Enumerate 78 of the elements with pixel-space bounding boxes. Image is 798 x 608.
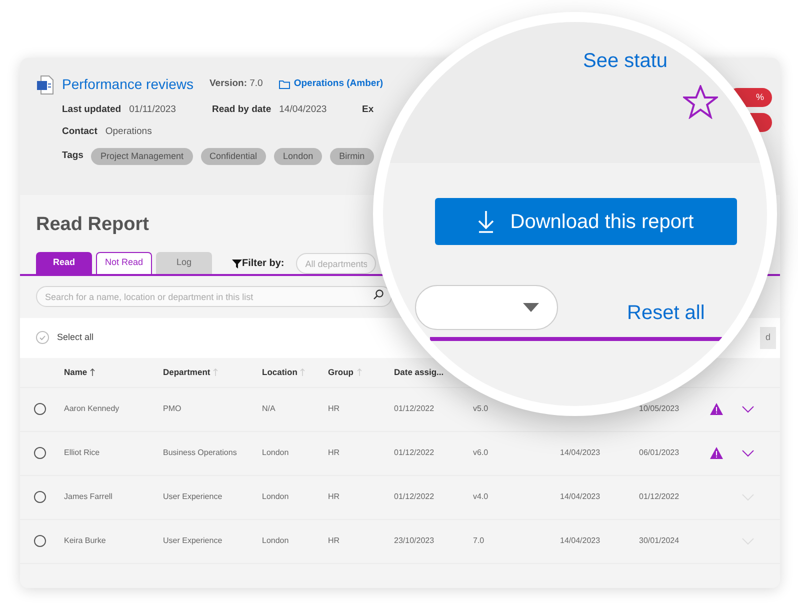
- table-cell: James Farrell: [64, 491, 112, 503]
- search-icon: [373, 288, 384, 300]
- folder-icon: [278, 80, 290, 89]
- table-cell: 01/12/2022: [394, 491, 434, 503]
- table-cell: 06/01/2023: [639, 447, 680, 459]
- table-cell: London: [262, 491, 289, 503]
- table-cell: HR: [328, 403, 340, 415]
- select-all-label: Select all: [57, 330, 94, 344]
- document-title[interactable]: Performance reviews: [62, 74, 194, 95]
- field-value: Operations: [105, 125, 152, 140]
- table-cell: 30/01/2024: [639, 535, 680, 547]
- table-cell: HR: [328, 447, 340, 459]
- table-cell: v5.0: [473, 403, 488, 415]
- table-cell: v4.0: [473, 491, 488, 503]
- table-cell: London: [262, 447, 289, 459]
- version-text: Version: 7.0: [210, 77, 263, 92]
- row-radio[interactable]: [34, 447, 46, 459]
- section-heading: Read Report: [36, 213, 149, 237]
- table-cell: 7.0: [473, 535, 484, 547]
- action-button[interactable]: d: [760, 326, 776, 348]
- row-radio[interactable]: [34, 403, 46, 415]
- download-button[interactable]: Download this report: [435, 198, 737, 245]
- table-cell: HR: [328, 491, 340, 503]
- caret-icon: [523, 303, 539, 312]
- table-cell: HR: [328, 535, 340, 547]
- select-all-checkbox[interactable]: [36, 331, 49, 344]
- field-label: Last updated: [62, 103, 122, 117]
- department-dropdown[interactable]: All departments: [296, 253, 376, 274]
- table-cell: Elliot Rice: [64, 447, 100, 459]
- status-link[interactable]: See statu: [583, 46, 668, 76]
- table-cell: Keira Burke: [64, 535, 106, 547]
- field-label: Tags: [62, 149, 84, 164]
- table-cell: PMO: [163, 403, 182, 415]
- column-header[interactable]: Date assig...: [394, 366, 444, 378]
- chevron-icon[interactable]: [742, 406, 754, 412]
- column-header[interactable]: Location: [262, 366, 298, 378]
- field-label: Contact: [62, 125, 98, 140]
- table-cell: 14/04/2023: [560, 447, 600, 459]
- table-cell: N/A: [262, 403, 276, 415]
- table-cell: 01/12/2022: [639, 491, 680, 503]
- chevron-icon[interactable]: [742, 450, 754, 456]
- table-cell: Business Operations: [163, 447, 237, 459]
- reset-link[interactable]: Reset all: [627, 298, 705, 328]
- table-cell: 01/12/2022: [394, 447, 434, 459]
- table-cell: London: [262, 535, 289, 547]
- field-label: Ex: [362, 103, 374, 117]
- folder-link[interactable]: Operations (Amber): [294, 77, 384, 92]
- dropdown-field[interactable]: [415, 285, 558, 330]
- filter-icon: [232, 258, 242, 268]
- table-cell: 14/04/2023: [560, 491, 600, 503]
- column-header[interactable]: Group: [328, 366, 354, 378]
- field-label: Read by date: [212, 103, 272, 117]
- tab[interactable]: Not Read: [96, 252, 152, 274]
- column-header[interactable]: Department: [163, 366, 210, 378]
- search-field[interactable]: Search for a name, location or department in this list: [36, 286, 392, 307]
- row-radio[interactable]: [34, 535, 46, 547]
- column-header[interactable]: Name: [64, 366, 88, 378]
- table-cell: Aaron Kennedy: [64, 403, 120, 415]
- table-cell: 10/05/2023: [639, 403, 680, 415]
- table-cell: 01/12/2022: [394, 403, 434, 415]
- tag: London: [274, 148, 322, 165]
- field-value: 14/04/2023: [279, 103, 327, 117]
- tab[interactable]: Read: [36, 252, 92, 274]
- table-cell: 23/10/2023: [394, 535, 434, 547]
- filter-label: Filter by:: [242, 257, 284, 271]
- tag: Project Management: [91, 148, 193, 165]
- word-document-icon: [36, 74, 54, 94]
- download-icon: [478, 210, 494, 232]
- table-cell: 14/04/2023: [560, 535, 600, 547]
- star-icon[interactable]: [683, 85, 718, 119]
- row-radio[interactable]: [34, 491, 46, 503]
- table-cell: User Experience: [163, 535, 222, 547]
- tag: Birmin: [330, 148, 374, 165]
- tag: Confidential: [200, 148, 266, 165]
- table-cell: v6.0: [473, 447, 488, 459]
- percent-text: %: [756, 92, 764, 102]
- field-value: 01/11/2023: [129, 103, 176, 117]
- table-cell: User Experience: [163, 491, 222, 503]
